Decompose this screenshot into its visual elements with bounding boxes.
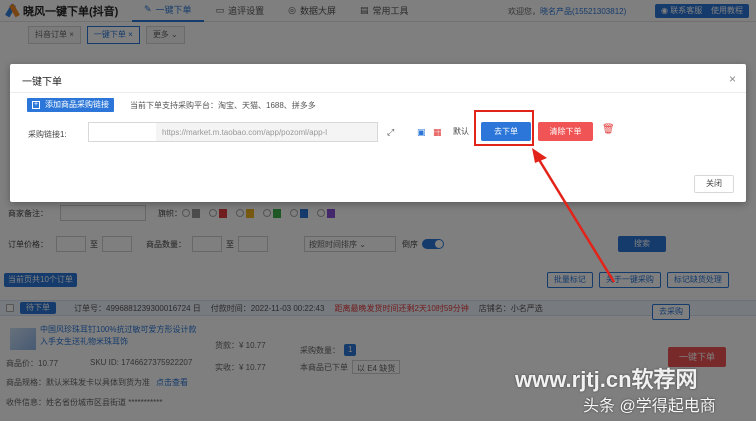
store-icon[interactable]: ▦ [433, 127, 442, 138]
external-link-icon[interactable]: ⤢ [387, 127, 394, 138]
close-dialog-button[interactable]: 关闭 [694, 175, 734, 193]
clear-order-button[interactable]: 清除下单 [538, 122, 593, 141]
copy-icon[interactable]: ▣ [417, 127, 426, 138]
watermark-author: 头条 @学得起电商 [583, 398, 716, 415]
plus-icon: + [32, 101, 40, 109]
dialog-divider [10, 92, 746, 93]
watermark-site: www.rjtj.cn软荐网 [515, 367, 698, 392]
purchase-link-input[interactable]: https://market.m.taobao.com/app/pozoml/a… [88, 122, 378, 142]
purchase-link-value: https://market.m.taobao.com/app/pozoml/a… [162, 128, 327, 137]
close-icon[interactable]: × [729, 72, 736, 86]
add-purchase-link-button[interactable]: + 添加商品采购链接 [27, 98, 114, 112]
one-click-order-dialog: 一键下单 × + 添加商品采购链接 当前下单支持采购平台：淘宝、天猫、1688、… [10, 64, 746, 202]
dialog-title: 一键下单 [22, 77, 62, 88]
supported-platforms-text: 当前下单支持采购平台：淘宝、天猫、1688、拼多多 [130, 101, 316, 110]
go-order-button[interactable]: 去下单 [481, 122, 531, 141]
trash-icon[interactable]: 🗑 [602, 124, 615, 135]
purchase-link-label: 采购链接1: [28, 130, 67, 139]
default-label[interactable]: 默认 [453, 126, 469, 137]
link-prefix-field[interactable] [89, 123, 156, 141]
